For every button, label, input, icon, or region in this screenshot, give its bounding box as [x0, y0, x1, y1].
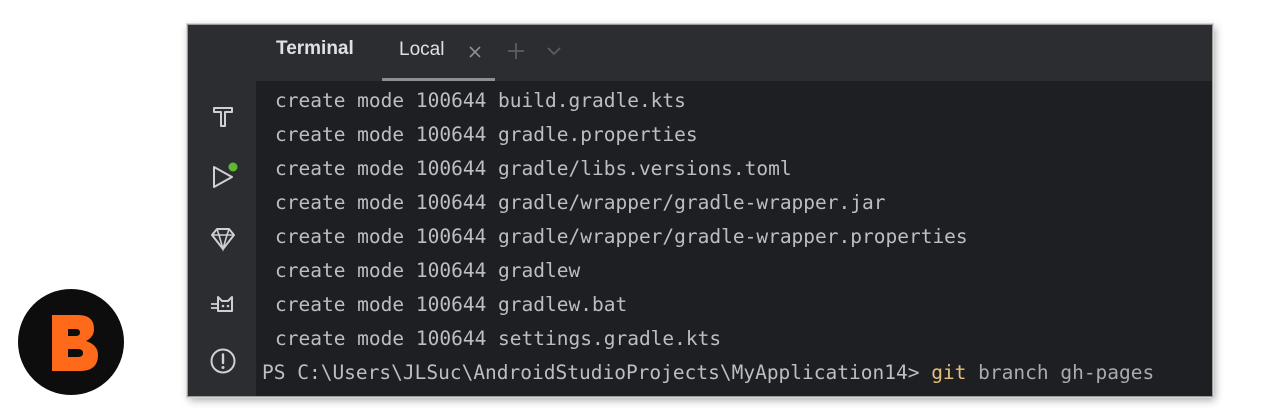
command-arguments: branch gh-pages — [966, 361, 1155, 384]
tool-window-header: Terminal Local — [256, 25, 1212, 81]
ide-window: Terminal Local create mode 100644 build.… — [187, 24, 1213, 397]
terminal-line: create mode 100644 gradlew.bat — [275, 293, 628, 316]
tab-local-label: Local — [399, 39, 445, 60]
terminal-line: create mode 100644 settings.gradle.kts — [275, 327, 722, 350]
gem-icon[interactable] — [208, 224, 238, 254]
run-icon[interactable] — [208, 162, 238, 192]
terminal-line: create mode 100644 gradle/wrapper/gradle… — [275, 191, 886, 214]
add-tab-icon[interactable] — [506, 41, 526, 61]
terminal-line: create mode 100644 gradle/wrapper/gradle… — [275, 225, 968, 248]
problems-icon[interactable] — [208, 346, 238, 376]
run-status-dot — [228, 162, 238, 172]
terminal-line: create mode 100644 build.gradle.kts — [275, 89, 686, 112]
prompt-path: PS C:\Users\JLSuc\AndroidStudioProjects\… — [262, 361, 932, 384]
tool-window-title: Terminal — [276, 38, 354, 59]
chevron-down-icon[interactable] — [546, 45, 562, 57]
command-prompt-line[interactable]: PS C:\Users\JLSuc\AndroidStudioProjects\… — [262, 361, 1154, 385]
terminal-line: create mode 100644 gradlew — [275, 259, 581, 282]
terminal-line: create mode 100644 gradle/libs.versions.… — [275, 157, 792, 180]
tool-strip — [188, 25, 256, 396]
terminal-line: create mode 100644 gradle.properties — [275, 123, 698, 146]
terminal-output[interactable]: create mode 100644 build.gradle.kts crea… — [256, 81, 1212, 396]
brand-logo — [18, 289, 124, 395]
close-tab-icon[interactable] — [467, 44, 483, 60]
brand-b-logo-icon — [52, 315, 98, 371]
command-name: git — [931, 361, 967, 384]
tab-local[interactable]: Local — [382, 25, 495, 81]
build-hammer-icon[interactable] — [208, 101, 238, 131]
cat-icon[interactable] — [208, 287, 238, 317]
